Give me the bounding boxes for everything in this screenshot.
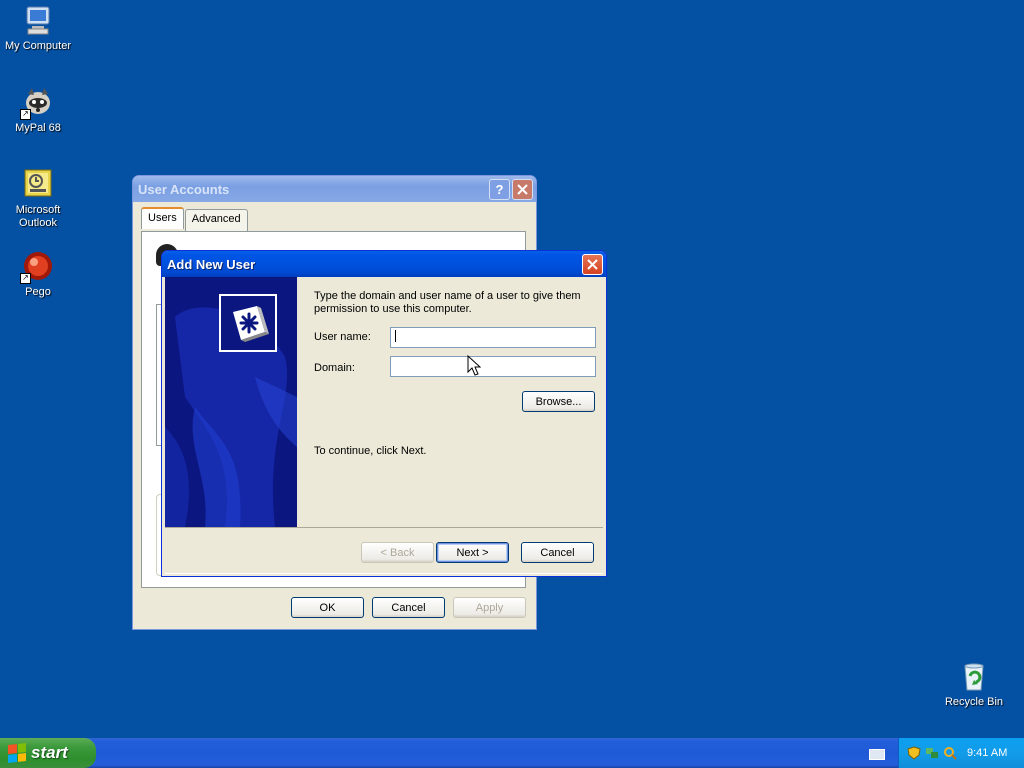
recycle-bin-icon — [958, 660, 990, 692]
username-input[interactable] — [390, 327, 596, 348]
user-accounts-titlebar[interactable]: User Accounts ? — [133, 176, 536, 202]
pego-icon: ↗ — [20, 250, 54, 284]
username-label: User name: — [314, 331, 371, 343]
back-button: < Back — [361, 542, 434, 563]
continue-text: To continue, click Next. — [314, 445, 427, 457]
tab-users[interactable]: Users — [141, 207, 184, 229]
key-card-icon — [219, 294, 277, 352]
desktop-icon-label: My Computer — [4, 40, 72, 52]
keyboard-icon[interactable] — [869, 749, 885, 760]
my-computer-icon — [22, 4, 54, 36]
desktop-icon-outlook[interactable]: Microsoft Outlook — [0, 168, 76, 230]
tab-advanced[interactable]: Advanced — [184, 209, 248, 231]
taskbar: start 9:41 AM — [0, 738, 1024, 768]
close-button[interactable] — [512, 178, 533, 200]
wizard-button-bar: < Back Next > Cancel — [165, 527, 603, 574]
text-cursor — [395, 330, 396, 343]
system-tray: 9:41 AM — [898, 738, 1024, 768]
network-icon[interactable] — [925, 746, 939, 760]
search-icon[interactable] — [943, 746, 957, 760]
shortcut-arrow-icon: ↗ — [20, 273, 31, 284]
mypal-icon: ↗ — [20, 86, 54, 120]
help-button[interactable]: ? — [489, 178, 510, 200]
close-icon — [517, 183, 528, 195]
desktop-icon-label: Recycle Bin — [944, 696, 1004, 708]
ok-button[interactable]: OK — [291, 597, 364, 618]
desktop-icon-label: Pego — [25, 286, 51, 298]
close-button[interactable] — [582, 253, 603, 275]
desktop-icon-recycle-bin[interactable]: Recycle Bin — [936, 660, 1012, 709]
security-shield-icon[interactable] — [907, 746, 921, 760]
domain-input[interactable] — [390, 356, 596, 377]
wizard-content: Type the domain and user name of a user … — [297, 277, 603, 527]
wizard-side-banner — [165, 277, 297, 527]
desktop-icon-pego[interactable]: ↗ Pego — [0, 250, 76, 299]
next-button[interactable]: Next > — [436, 542, 509, 563]
start-label: start — [31, 743, 68, 762]
clock[interactable]: 9:41 AM — [967, 747, 1007, 759]
add-new-user-titlebar[interactable]: Add New User — [162, 251, 606, 277]
apply-button: Apply — [453, 597, 526, 618]
outlook-icon — [22, 168, 54, 200]
browse-button[interactable]: Browse... — [522, 391, 595, 412]
cancel-button[interactable]: Cancel — [521, 542, 594, 563]
windows-logo-icon — [8, 743, 26, 763]
domain-label: Domain: — [314, 362, 355, 374]
desktop-icon-label: MyPal 68 — [15, 122, 61, 134]
desktop-icon-mypal[interactable]: ↗ MyPal 68 — [0, 86, 76, 135]
cancel-button[interactable]: Cancel — [372, 597, 445, 618]
desktop-icon-my-computer[interactable]: My Computer — [0, 4, 76, 53]
window-title: User Accounts — [138, 181, 230, 197]
dialog-title: Add New User — [167, 256, 256, 272]
close-icon — [587, 258, 598, 270]
add-new-user-dialog: Add New User Type the domain and user na… — [161, 250, 607, 577]
desktop-icon-label: Microsoft Outlook — [15, 204, 61, 229]
instruction-text: Type the domain and user name of a user … — [314, 290, 581, 315]
mouse-pointer-icon — [467, 355, 481, 376]
start-button[interactable]: start — [0, 738, 96, 768]
shortcut-arrow-icon: ↗ — [20, 109, 31, 120]
